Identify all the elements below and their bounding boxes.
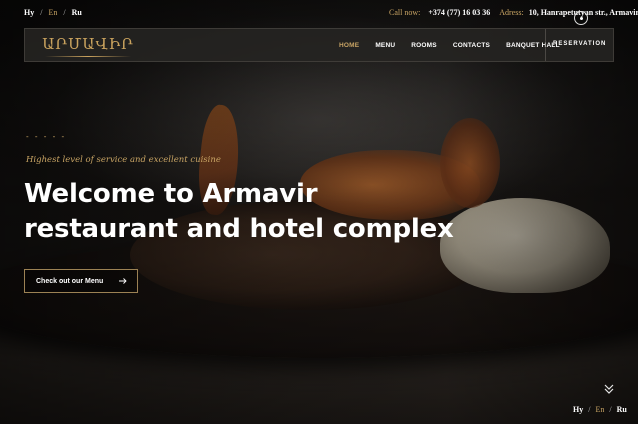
language-separator: / xyxy=(588,405,591,414)
nav-item-menu[interactable]: MENU xyxy=(375,42,395,49)
language-separator: / xyxy=(609,405,612,414)
nav-item-contacts[interactable]: CONTACTS xyxy=(453,42,490,49)
language-hy[interactable]: Hy xyxy=(24,8,34,17)
contact-info: Call now: +374 (77) 16 03 36 Adress: 10,… xyxy=(389,8,638,17)
language-ru[interactable]: Ru xyxy=(72,8,82,17)
address-label: Adress: xyxy=(499,8,524,17)
divider xyxy=(545,29,546,61)
hero-title-line2: restaurant and hotel complex xyxy=(24,214,454,244)
main-nav: HOME MENU ROOMS CONTACTS BANQUET HALL xyxy=(339,29,576,61)
hero-tagline: Highest level of service and excellent c… xyxy=(26,155,221,165)
language-switcher-top: Hy / En / Ru xyxy=(24,8,82,17)
check-menu-button[interactable]: Check out our Menu xyxy=(24,269,138,293)
language-ru[interactable]: Ru xyxy=(617,405,627,414)
decorative-dashes: - - - - - xyxy=(26,132,67,141)
language-separator: / xyxy=(40,8,43,17)
check-menu-label: Check out our Menu xyxy=(36,277,104,285)
hero-title-line1: Welcome to Armavir xyxy=(24,179,318,209)
double-chevron-down-icon[interactable] xyxy=(603,383,615,395)
reservation-button[interactable]: RESERVATION xyxy=(553,41,606,47)
arrow-right-icon xyxy=(119,278,127,284)
language-en[interactable]: En xyxy=(595,405,604,414)
location-pin-icon[interactable] xyxy=(574,11,588,25)
top-info-bar: Hy / En / Ru Call now: +374 (77) 16 03 3… xyxy=(0,0,638,26)
language-switcher-bottom: Hy / En / Ru xyxy=(573,405,627,414)
phone-number[interactable]: +374 (77) 16 03 36 xyxy=(428,8,490,17)
nav-item-banquet-hall[interactable]: BANQUET HALL xyxy=(506,42,560,49)
language-hy[interactable]: Hy xyxy=(573,405,583,414)
nav-item-rooms[interactable]: ROOMS xyxy=(411,42,437,49)
main-header: ԱՐՄԱՎԻՐ HOME MENU ROOMS CONTACTS BANQUET… xyxy=(24,28,614,62)
hero-title: Welcome to Armavir restaurant and hotel … xyxy=(24,177,464,247)
nav-item-home[interactable]: HOME xyxy=(339,42,359,49)
language-separator: / xyxy=(63,8,66,17)
logo[interactable]: ԱՐՄԱՎԻՐ xyxy=(39,35,137,57)
call-label: Call now: xyxy=(389,8,421,17)
language-en[interactable]: En xyxy=(48,8,57,17)
